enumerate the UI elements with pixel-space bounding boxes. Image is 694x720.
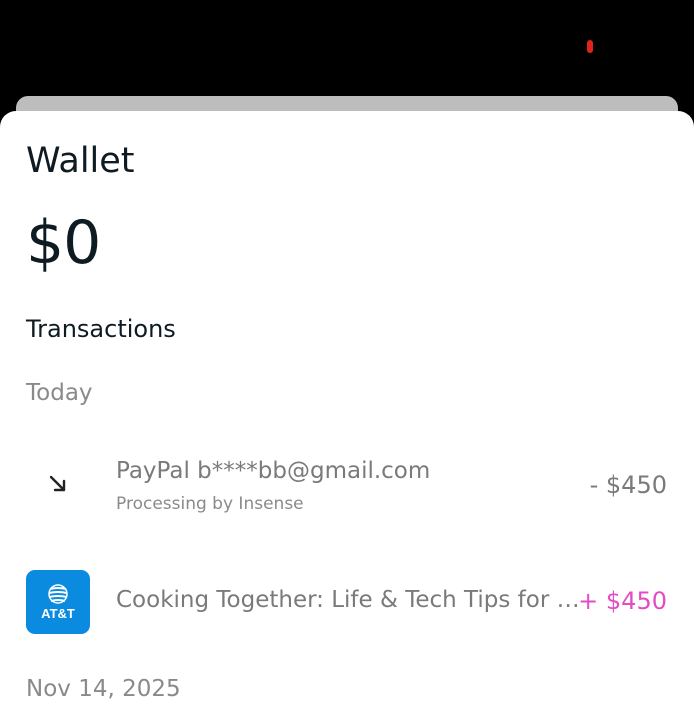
transaction-amount: - $450 (589, 471, 667, 499)
transaction-title[interactable]: Cooking Together: Life & Tech Tips for F… (116, 587, 580, 613)
transaction-status: Processing by Insense (116, 494, 304, 514)
page-title: Wallet (26, 141, 135, 181)
date-group-label: Today (26, 380, 93, 406)
arrow-down-right-icon (49, 475, 66, 492)
att-globe-icon (48, 583, 68, 604)
wallet-balance: $0 (26, 208, 101, 278)
att-logo: AT&T (26, 570, 90, 634)
transaction-amount: + $450 (578, 587, 667, 615)
recording-indicator (587, 40, 593, 53)
date-group-label: Nov 14, 2025 (26, 676, 181, 702)
transaction-title[interactable]: PayPal b****bb@gmail.com (116, 458, 430, 484)
wallet-sheet (0, 111, 694, 720)
transactions-heading: Transactions (26, 315, 176, 343)
att-logo-text: AT&T (41, 605, 75, 621)
